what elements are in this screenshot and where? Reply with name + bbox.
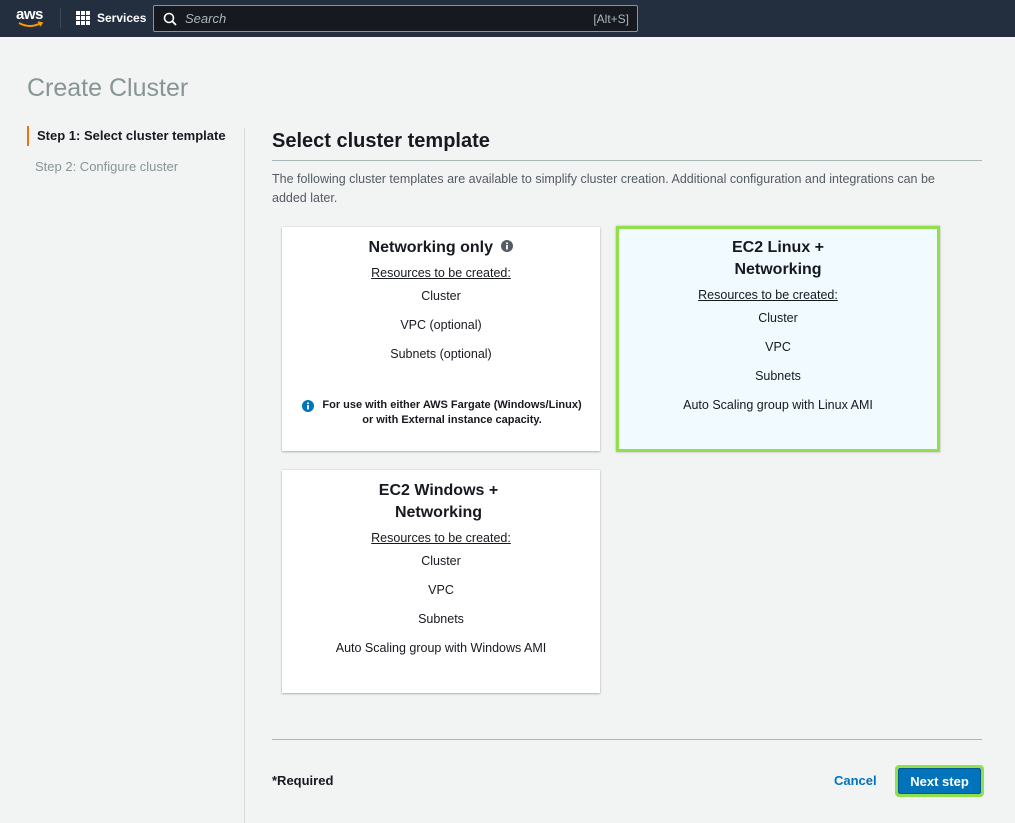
search-shortcut-hint: [Alt+S] [593, 11, 629, 26]
search-icon [163, 12, 177, 26]
resource-item: Auto Scaling group with Linux AMI [683, 398, 873, 412]
resource-item: Cluster [421, 554, 461, 568]
info-circle-icon [302, 400, 314, 412]
card-title: Networking only [368, 239, 493, 256]
card-title-line-1: EC2 Windows + [378, 482, 499, 499]
card-title-line-2: Networking [734, 261, 822, 278]
resource-item: Cluster [421, 289, 461, 303]
search-box[interactable]: [Alt+S] [153, 5, 638, 32]
section-description: The following cluster templates are avai… [272, 172, 935, 205]
card-title-line-1: EC2 Linux + [731, 239, 825, 256]
vertical-divider [244, 128, 245, 823]
info-icon[interactable] [501, 240, 514, 253]
card-title-row: Networking only [282, 237, 600, 259]
aws-smile-icon [18, 21, 44, 27]
footer-divider [272, 739, 982, 740]
section-title: Select cluster template [272, 130, 490, 152]
cancel-button[interactable]: Cancel [834, 773, 877, 788]
resource-item: VPC [428, 583, 454, 597]
services-label: Services [97, 11, 147, 25]
wizard-steps-nav: Step 1: Select cluster template Step 2: … [27, 126, 237, 177]
resource-item: Subnets [755, 369, 801, 383]
next-step-highlight: Next step [895, 765, 984, 797]
resources-label: Resources to be created: [371, 531, 511, 545]
services-menu-button[interactable]: Services [76, 9, 146, 27]
card-note-text: For use with either AWS Fargate (Windows… [322, 399, 582, 426]
card-title-block: EC2 Linux + Networking [619, 237, 937, 281]
resources-label: Resources to be created: [371, 266, 511, 280]
next-step-button[interactable]: Next step [898, 768, 981, 794]
step-1-link[interactable]: Step 1: Select cluster template [27, 126, 237, 146]
resource-item: VPC (optional) [400, 318, 482, 332]
search-input[interactable] [185, 11, 594, 26]
resource-item: VPC [765, 340, 791, 354]
resource-item: Auto Scaling group with Windows AMI [335, 641, 547, 655]
step-2-link[interactable]: Step 2: Configure cluster [27, 157, 237, 177]
services-grid-icon [76, 11, 90, 25]
resource-item: Subnets [418, 612, 464, 626]
required-note: *Required [272, 773, 334, 788]
resources-label: Resources to be created: [698, 288, 838, 302]
template-card-ec2-linux[interactable]: EC2 Linux + Networking Resources to be c… [616, 226, 940, 452]
top-nav-bar: aws Services [Alt+S] [0, 0, 1015, 37]
aws-logo[interactable]: aws [16, 6, 46, 32]
card-title-block: EC2 Windows + Networking [282, 480, 600, 524]
card-note: For use with either AWS Fargate (Windows… [302, 398, 582, 428]
resource-item: Cluster [758, 311, 798, 325]
template-card-ec2-windows[interactable]: EC2 Windows + Networking Resources to be… [282, 470, 600, 693]
template-card-networking-only[interactable]: Networking only Resources to be created:… [282, 227, 600, 451]
section-divider [272, 160, 982, 161]
nav-divider [60, 8, 61, 28]
resource-item: Subnets (optional) [390, 347, 492, 361]
page-title: Create Cluster [27, 74, 189, 102]
card-title-line-2: Networking [394, 504, 483, 521]
